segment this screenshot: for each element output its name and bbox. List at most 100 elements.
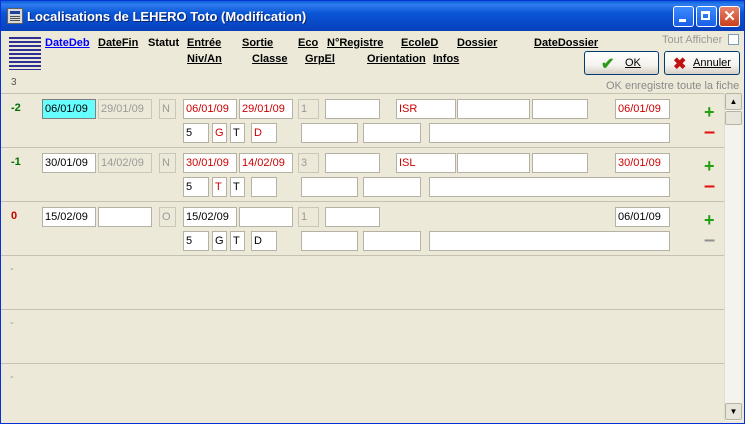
col-infos[interactable]: Infos bbox=[433, 53, 459, 65]
col-sortie[interactable]: Sortie bbox=[242, 37, 273, 49]
col-ecoled[interactable]: EcoleD bbox=[401, 37, 438, 49]
col-grpel[interactable]: GrpEl bbox=[305, 53, 335, 65]
title-bar[interactable]: Localisations de LEHERO Toto (Modificati… bbox=[1, 1, 744, 31]
remove-row-icon[interactable]: – bbox=[704, 176, 715, 196]
maximize-button[interactable] bbox=[696, 6, 717, 27]
app-icon[interactable] bbox=[7, 8, 23, 24]
vertical-scrollbar[interactable]: ▲ ▼ bbox=[724, 93, 742, 421]
grpel-field[interactable] bbox=[301, 231, 358, 251]
annuler-button[interactable]: ✖ Annuler bbox=[664, 51, 740, 75]
minimize-icon bbox=[679, 19, 686, 22]
entree-field[interactable]: 15/02/09 bbox=[183, 207, 237, 227]
orientation-field[interactable] bbox=[363, 123, 421, 143]
classe-field[interactable] bbox=[251, 177, 277, 197]
infos-field[interactable] bbox=[429, 123, 670, 143]
close-button[interactable]: ✕ bbox=[719, 6, 740, 27]
grp-t-field[interactable]: T bbox=[230, 123, 245, 143]
list-lines-icon[interactable] bbox=[9, 37, 41, 70]
datedeb-field[interactable]: 06/01/09 bbox=[42, 99, 96, 119]
record-row: 0 15/02/09 O 15/02/09 1 06/01/09 5 G T D… bbox=[1, 201, 724, 255]
ecoled-field[interactable]: ISR bbox=[396, 99, 456, 119]
col-orientation[interactable]: Orientation bbox=[367, 53, 426, 65]
grp-field[interactable]: T bbox=[212, 177, 227, 197]
grp-t-field[interactable]: T bbox=[230, 231, 245, 251]
col-entree[interactable]: Entrée bbox=[187, 37, 221, 49]
niv-field[interactable]: 5 bbox=[183, 177, 209, 197]
niv-field[interactable]: 5 bbox=[183, 123, 209, 143]
scroll-up-button[interactable]: ▲ bbox=[725, 93, 742, 110]
nregistre-field[interactable] bbox=[325, 207, 380, 227]
ok-button[interactable]: ✔ OK bbox=[584, 51, 659, 75]
extra-field[interactable] bbox=[532, 153, 588, 173]
orientation-field[interactable] bbox=[363, 177, 421, 197]
eco-field[interactable]: 1 bbox=[298, 207, 319, 227]
grpel-field[interactable] bbox=[301, 123, 358, 143]
infos-field[interactable] bbox=[429, 177, 670, 197]
ecoled-field[interactable]: ISL bbox=[396, 153, 456, 173]
datefin-field[interactable]: 14/02/09 bbox=[98, 153, 152, 173]
datefin-field[interactable] bbox=[98, 207, 152, 227]
col-statut[interactable]: Statut bbox=[148, 37, 179, 49]
niv-field[interactable]: 5 bbox=[183, 231, 209, 251]
window-title: Localisations de LEHERO Toto (Modificati… bbox=[27, 9, 307, 24]
classe-field[interactable]: D bbox=[251, 123, 277, 143]
tout-afficher-label: Tout Afficher bbox=[662, 34, 723, 46]
sortie-field[interactable] bbox=[239, 207, 293, 227]
col-classe[interactable]: Classe bbox=[252, 53, 287, 65]
annuler-label: Annuler bbox=[693, 57, 731, 69]
orientation-field[interactable] bbox=[363, 231, 421, 251]
minimize-button[interactable] bbox=[673, 6, 694, 27]
grp-field[interactable]: G bbox=[212, 231, 227, 251]
col-datefin[interactable]: DateFin bbox=[98, 37, 138, 49]
add-row-icon[interactable]: + bbox=[704, 211, 715, 229]
col-eco[interactable]: Eco bbox=[298, 37, 318, 49]
datefin-field[interactable]: 29/01/09 bbox=[98, 99, 152, 119]
add-row-icon[interactable]: + bbox=[704, 103, 715, 121]
statut-field[interactable]: N bbox=[159, 153, 176, 173]
entree-field[interactable]: 30/01/09 bbox=[183, 153, 237, 173]
datedeb-field[interactable]: 30/01/09 bbox=[42, 153, 96, 173]
add-row-icon[interactable]: + bbox=[704, 157, 715, 175]
empty-row: - bbox=[1, 309, 724, 363]
col-datedeb[interactable]: DateDeb bbox=[45, 37, 90, 49]
col-dossier[interactable]: Dossier bbox=[457, 37, 497, 49]
scroll-thumb[interactable] bbox=[725, 111, 742, 125]
window: Localisations de LEHERO Toto (Modificati… bbox=[0, 0, 745, 424]
col-nivan[interactable]: Niv/An bbox=[187, 53, 222, 65]
dossier-field[interactable] bbox=[457, 153, 530, 173]
nregistre-field[interactable] bbox=[325, 99, 380, 119]
tout-afficher-checkbox[interactable] bbox=[728, 34, 739, 45]
scroll-down-button[interactable]: ▼ bbox=[725, 403, 742, 420]
datedossier-field[interactable]: 06/01/09 bbox=[615, 99, 670, 119]
empty-row-marker: - bbox=[10, 263, 14, 275]
grp-field[interactable]: G bbox=[212, 123, 227, 143]
col-datedossier[interactable]: DateDossier bbox=[534, 37, 598, 49]
grp-t-field[interactable]: T bbox=[230, 177, 245, 197]
cross-icon: ✖ bbox=[673, 56, 687, 73]
records-list: -2 06/01/09 29/01/09 N 06/01/09 29/01/09… bbox=[1, 93, 724, 421]
datedossier-field[interactable]: 06/01/09 bbox=[615, 207, 670, 227]
remove-row-icon[interactable]: – bbox=[704, 122, 715, 142]
sortie-field[interactable]: 29/01/09 bbox=[239, 99, 293, 119]
dossier-field[interactable] bbox=[457, 99, 530, 119]
checkmark-icon: ✔ bbox=[601, 56, 615, 73]
nregistre-field[interactable] bbox=[325, 153, 380, 173]
statut-field[interactable]: N bbox=[159, 99, 176, 119]
extra-field[interactable] bbox=[532, 99, 588, 119]
infos-field[interactable] bbox=[429, 231, 670, 251]
ok-label: OK bbox=[625, 57, 641, 69]
record-row: -2 06/01/09 29/01/09 N 06/01/09 29/01/09… bbox=[1, 93, 724, 147]
record-row: -1 30/01/09 14/02/09 N 30/01/09 14/02/09… bbox=[1, 147, 724, 201]
datedossier-field[interactable]: 30/01/09 bbox=[615, 153, 670, 173]
entree-field[interactable]: 06/01/09 bbox=[183, 99, 237, 119]
datedeb-field[interactable]: 15/02/09 bbox=[42, 207, 96, 227]
classe-field[interactable]: D bbox=[251, 231, 277, 251]
remove-row-icon: – bbox=[704, 229, 716, 251]
grpel-field[interactable] bbox=[301, 177, 358, 197]
col-nregistre[interactable]: N°Registre bbox=[327, 37, 383, 49]
statut-field[interactable]: O bbox=[159, 207, 176, 227]
sortie-field[interactable]: 14/02/09 bbox=[239, 153, 293, 173]
eco-field[interactable]: 3 bbox=[298, 153, 319, 173]
maximize-icon bbox=[701, 11, 710, 20]
eco-field[interactable]: 1 bbox=[298, 99, 319, 119]
